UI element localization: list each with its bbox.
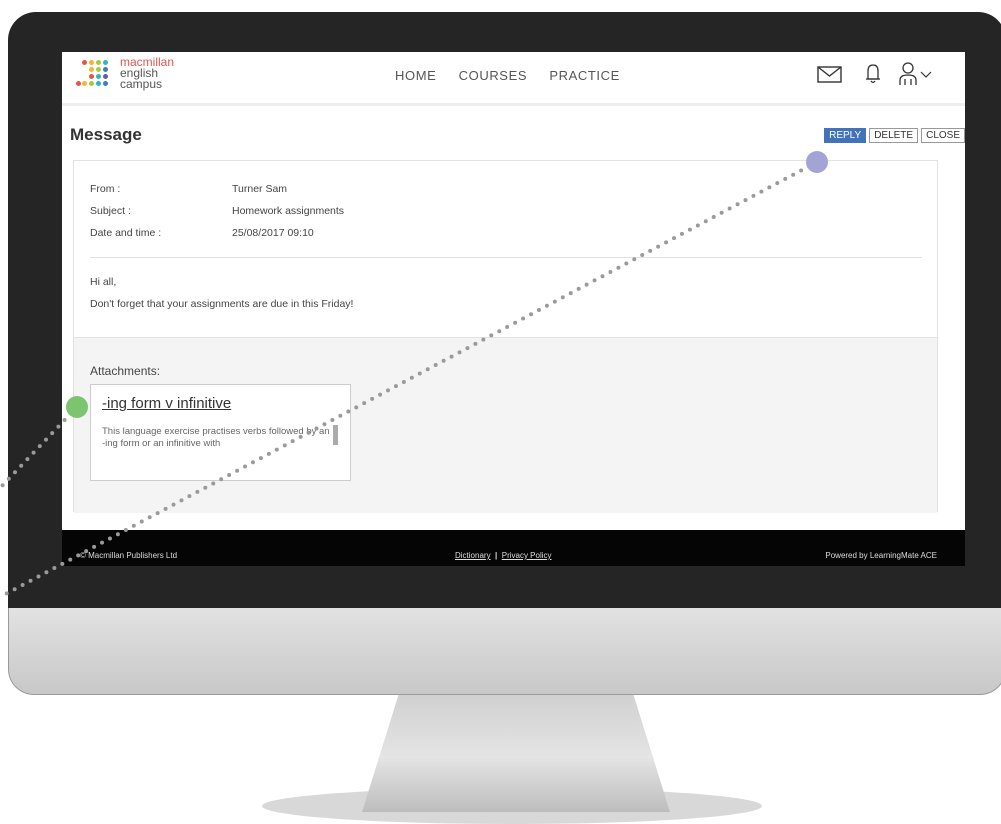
callout-line-reply (0, 160, 819, 599)
callout-dot-attachment (66, 396, 88, 418)
callout-overlay (0, 151, 828, 599)
callout-dot-reply (806, 151, 828, 173)
callout-line-attachment (0, 405, 79, 490)
